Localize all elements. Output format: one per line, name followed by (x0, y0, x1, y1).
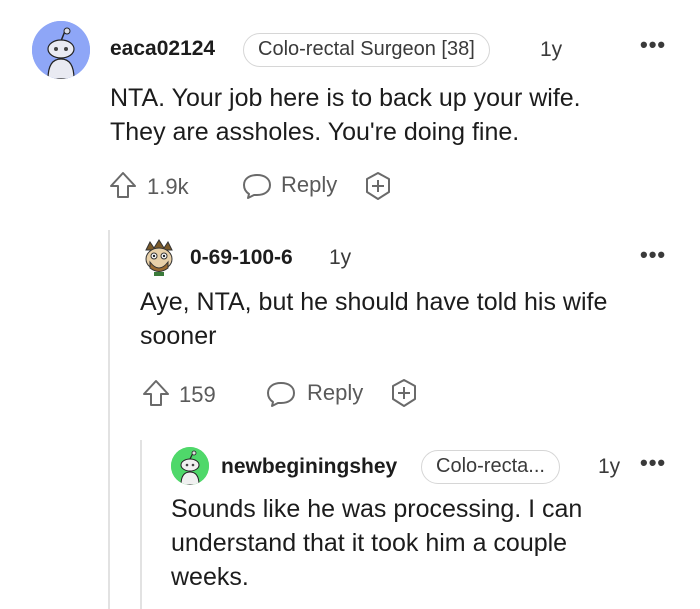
timestamp: 1y (540, 38, 563, 61)
comment-line: Aye, NTA, but he should have told his wi… (140, 288, 608, 316)
comment-line: NTA. Your job here is to back up your wi… (110, 84, 581, 112)
comment-body: Sounds like he was processing. I can und… (171, 492, 681, 594)
comment-body: NTA. Your job here is to back up your wi… (110, 81, 680, 149)
add-award-icon (366, 172, 390, 200)
username[interactable]: eaca02124 (110, 37, 215, 61)
comment-line: sooner (140, 322, 217, 350)
add-award-icon (392, 379, 416, 407)
thread-line[interactable] (108, 230, 110, 609)
reply-label: Reply (281, 172, 338, 197)
snoo-avatar-icon (32, 21, 90, 79)
user-flair: Colo-recta... (421, 450, 560, 484)
more-options-icon[interactable]: ••• (640, 452, 666, 474)
avatar[interactable] (171, 447, 209, 485)
upvote-button[interactable] (108, 170, 138, 200)
avatar[interactable] (140, 238, 178, 276)
comment-line: understand that it took him a couple (171, 529, 568, 557)
timestamp: 1y (329, 246, 352, 269)
more-options-icon[interactable]: ••• (640, 244, 666, 266)
username[interactable]: newbeginingshey (221, 455, 397, 479)
speech-bubble-icon (267, 382, 295, 407)
avatar[interactable] (32, 21, 90, 79)
upvote-arrow-icon (110, 172, 136, 198)
custom-avatar-icon (145, 239, 173, 276)
user-flair: Colo-rectal Surgeon [38] (243, 33, 490, 67)
reply-button[interactable]: Reply (242, 170, 342, 202)
snoo-avatar-icon (171, 447, 209, 485)
vote-count: 1.9k (147, 174, 189, 199)
comment-line: weeks. (171, 563, 249, 591)
comment-body: Aye, NTA, but he should have told his wi… (140, 285, 680, 353)
timestamp: 1y (598, 455, 621, 478)
username[interactable]: 0-69-100-6 (190, 246, 293, 270)
reply-label: Reply (307, 380, 364, 405)
award-button[interactable] (362, 170, 394, 202)
reply-button[interactable]: Reply (266, 378, 366, 410)
speech-bubble-icon (243, 174, 271, 199)
more-options-icon[interactable]: ••• (640, 34, 666, 56)
comment-line: Sounds like he was processing. I can (171, 495, 583, 523)
comment-line: They are assholes. You're doing fine. (110, 118, 520, 146)
thread-line[interactable] (140, 440, 142, 609)
award-button[interactable] (388, 377, 420, 409)
upvote-arrow-icon (143, 380, 169, 406)
vote-count: 159 (179, 382, 216, 407)
upvote-button[interactable] (141, 378, 171, 408)
